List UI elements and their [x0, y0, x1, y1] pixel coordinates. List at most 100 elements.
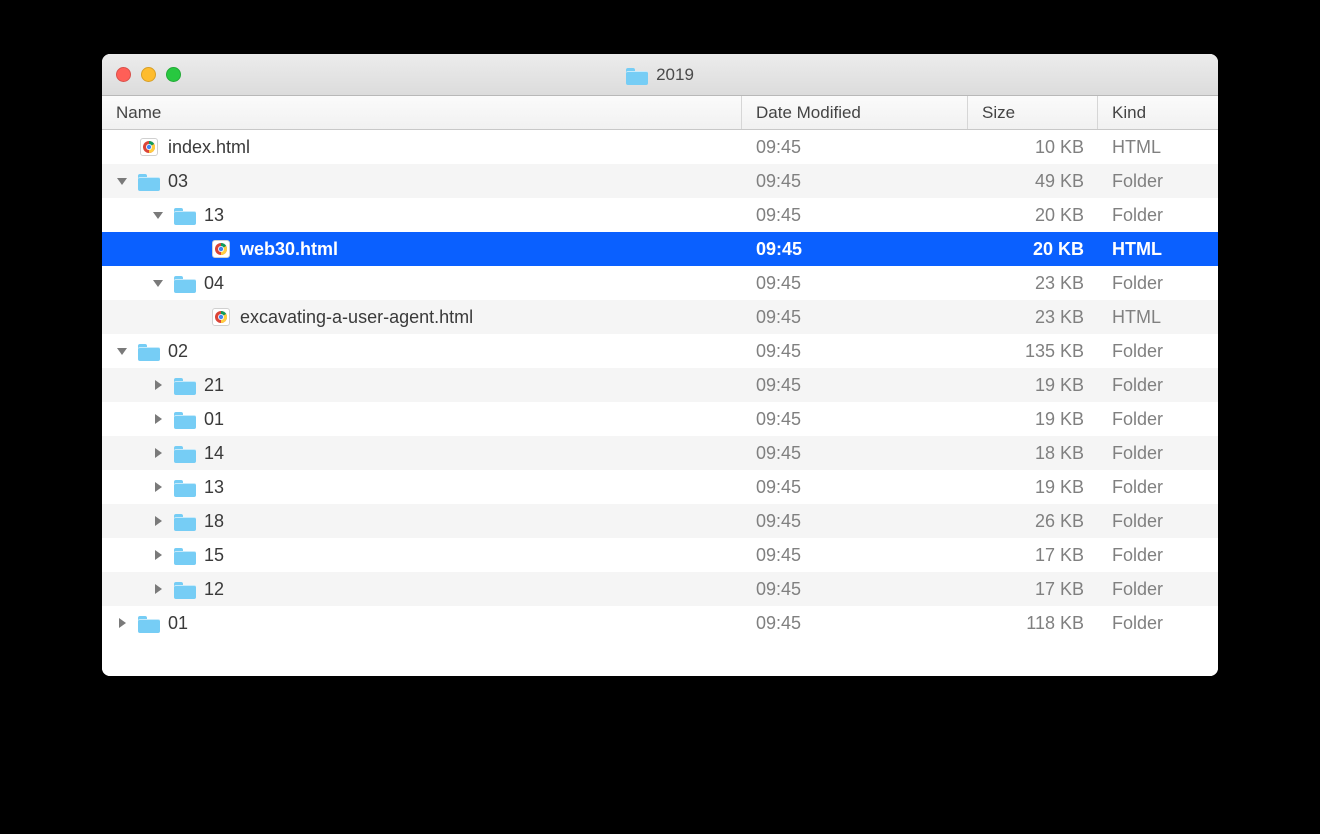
file-row[interactable]: index.html09:4510 KBHTML — [102, 130, 1218, 164]
file-name-cell[interactable]: 14 — [102, 436, 742, 470]
size-cell: 118 KB — [968, 613, 1098, 634]
folder-icon — [174, 510, 196, 532]
file-name-cell[interactable]: 15 — [102, 538, 742, 572]
file-name-label: 15 — [204, 545, 224, 566]
file-name-label: 12 — [204, 579, 224, 600]
disclosure-down-icon[interactable] — [116, 345, 128, 357]
file-row[interactable]: 04 09:4523 KBFolder — [102, 266, 1218, 300]
file-name-cell[interactable]: 21 — [102, 368, 742, 402]
file-name-label: 21 — [204, 375, 224, 396]
kind-cell: Folder — [1098, 375, 1218, 396]
file-name-label: 03 — [168, 171, 188, 192]
date-modified-cell: 09:45 — [742, 409, 968, 430]
size-cell: 18 KB — [968, 443, 1098, 464]
date-modified-cell: 09:45 — [742, 273, 968, 294]
file-name-cell[interactable]: excavating-a-user-agent.html — [102, 300, 742, 334]
file-name-cell[interactable]: 01 — [102, 606, 742, 640]
window-controls — [116, 67, 181, 82]
disclosure-down-icon[interactable] — [152, 209, 164, 221]
file-name-label: 18 — [204, 511, 224, 532]
disclosure-down-icon[interactable] — [152, 277, 164, 289]
column-kind[interactable]: Kind — [1098, 96, 1218, 129]
date-modified-cell: 09:45 — [742, 443, 968, 464]
folder-icon — [174, 374, 196, 396]
size-cell: 10 KB — [968, 137, 1098, 158]
kind-cell: Folder — [1098, 205, 1218, 226]
file-row[interactable]: 1809:4526 KBFolder — [102, 504, 1218, 538]
file-row[interactable]: 1209:4517 KBFolder — [102, 572, 1218, 606]
date-modified-cell: 09:45 — [742, 239, 968, 260]
file-row[interactable]: 0109:45118 KBFolder — [102, 606, 1218, 640]
file-row[interactable]: excavating-a-user-agent.html09:4523 KBHT… — [102, 300, 1218, 334]
kind-cell: HTML — [1098, 137, 1218, 158]
disclosure-right-icon[interactable] — [116, 617, 128, 629]
kind-cell: Folder — [1098, 443, 1218, 464]
file-name-cell[interactable]: index.html — [102, 130, 742, 164]
file-name-label: 04 — [204, 273, 224, 294]
file-name-cell[interactable]: 12 — [102, 572, 742, 606]
file-row[interactable]: 0209:45135 KBFolder — [102, 334, 1218, 368]
size-cell: 23 KB — [968, 273, 1098, 294]
minimize-button[interactable] — [141, 67, 156, 82]
zoom-button[interactable] — [166, 67, 181, 82]
column-size[interactable]: Size — [968, 96, 1098, 129]
date-modified-cell: 09:45 — [742, 307, 968, 328]
kind-cell: Folder — [1098, 613, 1218, 634]
kind-cell: Folder — [1098, 545, 1218, 566]
file-name-label: 14 — [204, 443, 224, 464]
kind-cell: Folder — [1098, 273, 1218, 294]
file-row[interactable]: 0309:4549 KBFolder — [102, 164, 1218, 198]
window-title-text: 2019 — [656, 65, 694, 85]
disclosure-right-icon[interactable] — [152, 481, 164, 493]
folder-icon — [626, 66, 648, 84]
folder-icon — [138, 612, 160, 634]
disclosure-right-icon[interactable] — [152, 413, 164, 425]
size-cell: 49 KB — [968, 171, 1098, 192]
column-name[interactable]: Name — [102, 96, 742, 129]
size-cell: 135 KB — [968, 341, 1098, 362]
html-file-icon — [210, 306, 232, 328]
folder-icon — [174, 408, 196, 430]
file-name-label: 01 — [204, 409, 224, 430]
date-modified-cell: 09:45 — [742, 341, 968, 362]
file-name-cell[interactable]: 04 — [102, 266, 742, 300]
file-row[interactable]: web30.html09:4520 KBHTML — [102, 232, 1218, 266]
file-row[interactable]: 0109:4519 KBFolder — [102, 402, 1218, 436]
column-date-modified[interactable]: Date Modified — [742, 96, 968, 129]
file-row[interactable]: 14 09:4518 KBFolder — [102, 436, 1218, 470]
file-name-label: 13 — [204, 205, 224, 226]
file-row[interactable]: 1509:4517 KBFolder — [102, 538, 1218, 572]
file-name-cell[interactable]: 01 — [102, 402, 742, 436]
size-cell: 23 KB — [968, 307, 1098, 328]
file-name-label: index.html — [168, 137, 250, 158]
disclosure-right-icon[interactable] — [152, 379, 164, 391]
file-list: index.html09:4510 KBHTML0309:4549 KBFold… — [102, 130, 1218, 640]
close-button[interactable] — [116, 67, 131, 82]
file-name-cell[interactable]: 13 — [102, 198, 742, 232]
titlebar[interactable]: 2019 — [102, 54, 1218, 96]
file-row[interactable]: 2109:4519 KBFolder — [102, 368, 1218, 402]
kind-cell: Folder — [1098, 171, 1218, 192]
disclosure-down-icon[interactable] — [116, 175, 128, 187]
disclosure-right-icon[interactable] — [152, 549, 164, 561]
disclosure-right-icon[interactable] — [152, 515, 164, 527]
date-modified-cell: 09:45 — [742, 545, 968, 566]
file-name-cell[interactable]: 03 — [102, 164, 742, 198]
file-name-cell[interactable]: 18 — [102, 504, 742, 538]
disclosure-right-icon[interactable] — [152, 583, 164, 595]
size-cell: 20 KB — [968, 239, 1098, 260]
window-title: 2019 — [102, 65, 1218, 85]
date-modified-cell: 09:45 — [742, 579, 968, 600]
file-name-cell[interactable]: web30.html — [102, 232, 742, 266]
folder-icon — [138, 340, 160, 362]
file-name-cell[interactable]: 02 — [102, 334, 742, 368]
size-cell: 26 KB — [968, 511, 1098, 532]
date-modified-cell: 09:45 — [742, 511, 968, 532]
file-row[interactable]: 1309:4520 KBFolder — [102, 198, 1218, 232]
folder-icon — [174, 204, 196, 226]
file-name-label: web30.html — [240, 239, 338, 260]
file-name-cell[interactable]: 13 — [102, 470, 742, 504]
date-modified-cell: 09:45 — [742, 375, 968, 396]
disclosure-right-icon[interactable] — [152, 447, 164, 459]
file-row[interactable]: 1309:4519 KBFolder — [102, 470, 1218, 504]
